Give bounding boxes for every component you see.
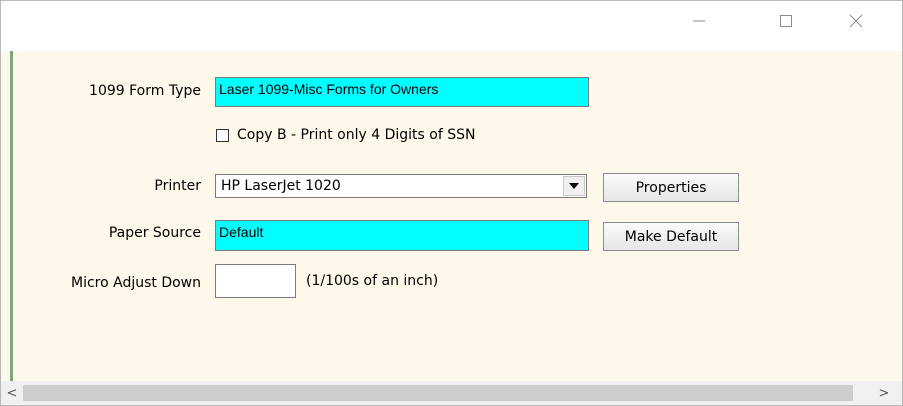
chevron-down-icon <box>569 183 579 189</box>
make-default-button[interactable]: Make Default <box>603 222 739 251</box>
title-bar <box>1 1 902 51</box>
copy-b-label: Copy B - Print only 4 Digits of SSN <box>237 127 476 143</box>
micro-adjust-unit: (1/100s of an inch) <box>306 273 439 289</box>
printer-label: Printer <box>154 178 201 194</box>
scrollbar-thumb[interactable] <box>23 385 853 401</box>
printer-select[interactable]: HP LaserJet 1020 <box>215 174 587 198</box>
maximize-icon <box>780 15 792 27</box>
scroll-left-button[interactable]: < <box>1 381 23 405</box>
copy-b-checkbox[interactable] <box>216 128 229 142</box>
paper-source-label: Paper Source <box>108 225 201 241</box>
close-icon <box>849 14 863 28</box>
printer-dropdown-button[interactable] <box>563 176 585 196</box>
form-type-label: 1099 Form Type <box>89 83 201 99</box>
maximize-button[interactable] <box>763 1 809 41</box>
copy-b-option[interactable]: Copy B - Print only 4 Digits of SSN <box>216 125 475 145</box>
close-button[interactable] <box>833 1 879 41</box>
paper-source-value: Default <box>219 224 264 240</box>
horizontal-scrollbar[interactable]: < > <box>1 381 902 405</box>
minimize-icon <box>693 20 705 22</box>
scroll-right-button[interactable]: > <box>873 381 895 405</box>
micro-adjust-label: Micro Adjust Down <box>70 275 201 291</box>
micro-adjust-input[interactable] <box>215 264 296 298</box>
form-type-field[interactable]: Laser 1099-Misc Forms for Owners <box>215 77 589 107</box>
properties-button[interactable]: Properties <box>603 173 739 202</box>
minimize-button[interactable] <box>676 1 722 41</box>
print-1099-window: 1099 Form Type Laser 1099-Misc Forms for… <box>0 0 903 406</box>
form-panel: 1099 Form Type Laser 1099-Misc Forms for… <box>13 51 902 381</box>
form-type-value: Laser 1099-Misc Forms for Owners <box>219 81 439 97</box>
printer-value: HP LaserJet 1020 <box>221 178 341 194</box>
paper-source-field[interactable]: Default <box>215 220 589 251</box>
